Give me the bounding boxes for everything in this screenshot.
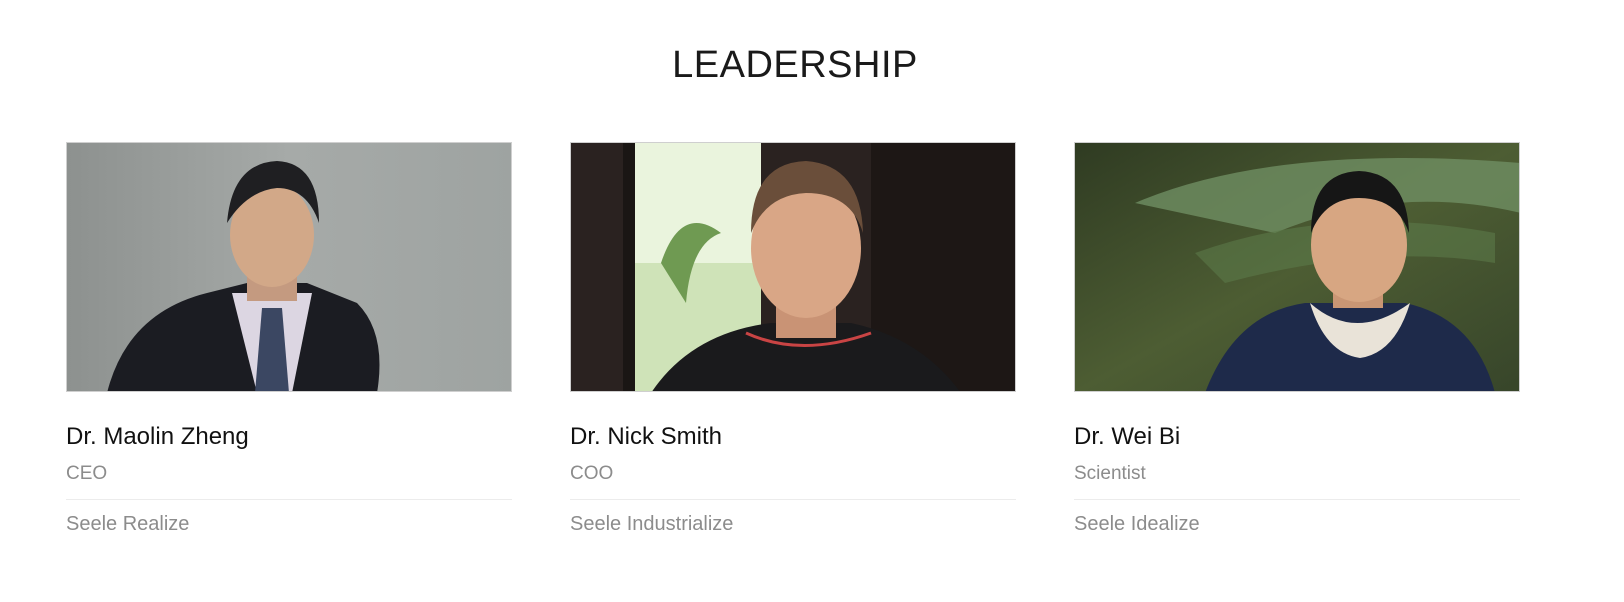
leader-company: Seele Realize	[66, 513, 190, 535]
leader-name: Dr. Nick Smith	[570, 423, 723, 450]
leader-photo[interactable]	[570, 142, 1016, 392]
portrait-photo	[67, 143, 511, 391]
leader-company: Seele Idealize	[1074, 513, 1200, 535]
leader-name: Dr. Maolin Zheng	[66, 423, 249, 450]
leadership-section: LEADERSHIP Dr. Maolin Zheng CEO Seele Re…	[0, 0, 1624, 602]
portrait-photo	[571, 143, 1015, 391]
leader-card[interactable]: Dr. Wei Bi Scientist Seele Idealize	[1074, 142, 1520, 537]
leader-name: Dr. Wei Bi	[1074, 423, 1181, 450]
leader-card[interactable]: Dr. Maolin Zheng CEO Seele Realize	[66, 142, 512, 537]
section-title: LEADERSHIP	[672, 44, 918, 86]
leader-company: Seele Industrialize	[570, 513, 734, 535]
leader-card[interactable]: Dr. Nick Smith COO Seele Industrialize	[570, 142, 1016, 537]
leader-role: COO	[570, 462, 1016, 500]
leader-photo[interactable]	[1074, 142, 1520, 392]
leader-role: CEO	[66, 462, 512, 500]
leader-photo[interactable]	[66, 142, 512, 392]
leader-cards: Dr. Maolin Zheng CEO Seele Realize Dr. N…	[66, 142, 1520, 537]
portrait-photo	[1075, 143, 1519, 391]
leader-role: Scientist	[1074, 462, 1520, 500]
